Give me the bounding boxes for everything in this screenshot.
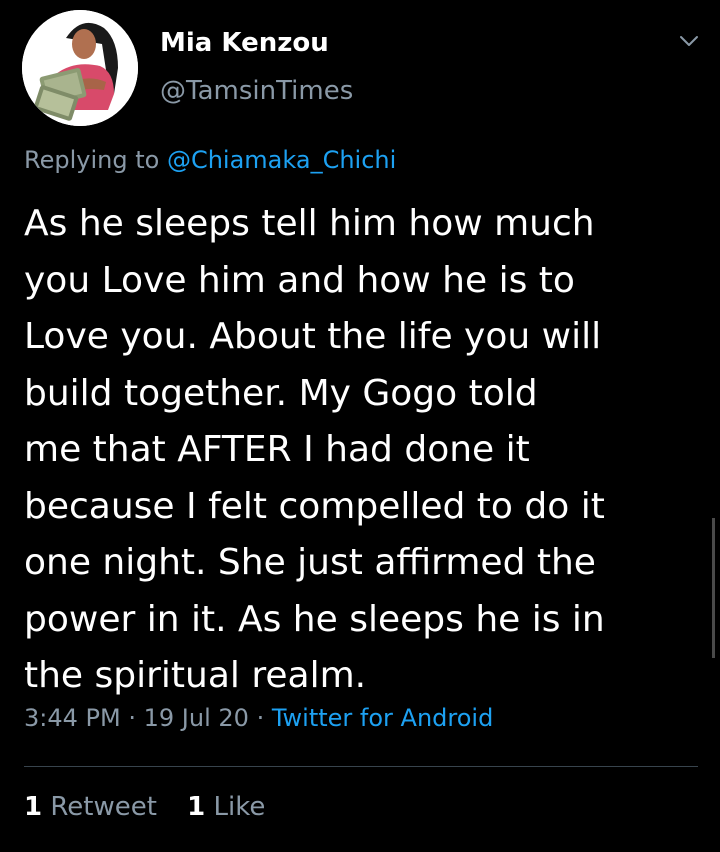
chevron-down-icon[interactable] bbox=[678, 30, 700, 52]
divider bbox=[24, 766, 698, 767]
retweets-label: Retweet bbox=[50, 792, 157, 822]
likes-label: Like bbox=[213, 792, 266, 822]
tweet-text-line: you Love him and how he is to bbox=[24, 259, 575, 301]
tweet-stats: 1 Retweet 1 Like bbox=[24, 792, 287, 822]
replying-to-label: Replying to bbox=[24, 146, 160, 174]
tweet-time[interactable]: 3:44 PM bbox=[24, 704, 121, 732]
reply-mention-link[interactable]: @Chiamaka_Chichi bbox=[167, 146, 396, 174]
tweet-text: As he sleeps tell him how much you Love … bbox=[24, 196, 704, 705]
avatar[interactable] bbox=[22, 10, 138, 126]
likes-count: 1 bbox=[187, 792, 206, 822]
retweets-stat[interactable]: 1 Retweet bbox=[24, 792, 157, 822]
tweet-text-line: As he sleeps tell him how much bbox=[24, 203, 595, 244]
author-name[interactable]: Mia Kenzou bbox=[160, 28, 329, 58]
tweet-date[interactable]: 19 Jul 20 bbox=[144, 704, 249, 732]
tweet-text-line: build together. My Gogo told bbox=[24, 372, 538, 414]
tweet-text-line: the spiritual realm. bbox=[24, 655, 367, 696]
tweet-text-line: me that AFTER I had done it bbox=[24, 429, 530, 470]
retweets-count: 1 bbox=[24, 792, 43, 822]
replying-to: Replying to @Chiamaka_Chichi bbox=[24, 146, 396, 174]
tweet-meta: 3:44 PM · 19 Jul 20 · Twitter for Androi… bbox=[24, 704, 493, 732]
tweet-text-line: one night. She just affirmed the bbox=[24, 542, 596, 583]
tweet-source-link[interactable]: Twitter for Android bbox=[272, 704, 493, 732]
tweet-text-line: Love you. About the life you will bbox=[24, 316, 602, 357]
meta-separator: · bbox=[256, 704, 265, 732]
tweet: Mia Kenzou @TamsinTimes Replying to @Chi… bbox=[0, 0, 720, 852]
tweet-text-line: because I felt compelled to do it bbox=[24, 485, 605, 527]
scroll-indicator bbox=[712, 518, 715, 658]
author-handle[interactable]: @TamsinTimes bbox=[160, 76, 353, 106]
tweet-text-line: power in it. As he sleeps he is in bbox=[24, 598, 605, 640]
meta-separator: · bbox=[128, 704, 136, 732]
likes-stat[interactable]: 1 Like bbox=[187, 792, 265, 822]
avatar-illustration bbox=[22, 10, 138, 126]
